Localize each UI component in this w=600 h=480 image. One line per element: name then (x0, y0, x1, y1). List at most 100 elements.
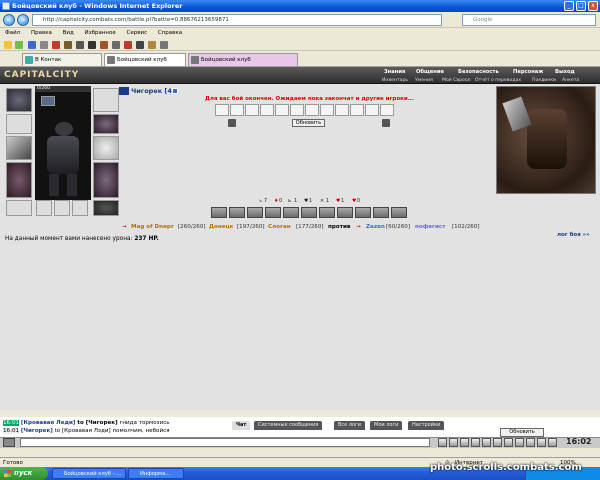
chat-menu-icon[interactable] (3, 438, 15, 447)
action-slot[interactable] (373, 207, 389, 218)
minimize-button[interactable]: _ (564, 1, 574, 11)
player-nick[interactable]: Чигорек [4] (131, 87, 175, 95)
leggings-slot[interactable] (93, 162, 119, 198)
gloves-slot[interactable] (93, 114, 119, 134)
subnav-scroll[interactable]: Мой Свроол (442, 77, 471, 84)
amulet-slot[interactable] (93, 88, 119, 112)
armor-slot[interactable] (6, 162, 32, 198)
action-slot[interactable] (265, 207, 281, 218)
action-slot[interactable] (337, 207, 353, 218)
chat-recipient[interactable]: to [Чигорек] (77, 420, 117, 426)
settings-icon[interactable] (504, 438, 513, 447)
action-slot[interactable] (391, 207, 407, 218)
translit-icon[interactable] (482, 438, 491, 447)
forward-button[interactable]: > (17, 14, 29, 26)
menu-help[interactable]: Справка (158, 30, 182, 36)
nav-knowledge[interactable]: Знания (384, 68, 405, 77)
address-bar[interactable]: http://capitalcity.combats.com/battle.pl… (32, 14, 442, 26)
action-slot[interactable] (247, 207, 263, 218)
ring-slot-1[interactable] (36, 200, 52, 216)
menu-tools[interactable]: Сервис (127, 30, 148, 36)
bag-icon[interactable] (100, 41, 108, 49)
tool-icon[interactable] (88, 41, 96, 49)
armor-icon[interactable] (112, 41, 120, 49)
potion-icon[interactable] (124, 41, 132, 49)
subnav-battles[interactable]: Поединки (532, 77, 556, 84)
key-icon[interactable] (148, 41, 156, 49)
tab-all-logs[interactable]: Все логи (334, 421, 365, 430)
weapon-slot[interactable] (6, 136, 32, 160)
menu-edit[interactable]: Правка (31, 30, 52, 36)
people-icon[interactable] (515, 438, 524, 447)
team1-player[interactable]: Слоган (268, 224, 291, 230)
map-icon[interactable] (537, 438, 546, 447)
star-icon[interactable] (4, 41, 12, 49)
send-icon[interactable] (438, 438, 447, 447)
info-icon[interactable] (172, 88, 178, 94)
nav-character[interactable]: Персонаж (513, 68, 543, 77)
belt-slot[interactable] (6, 200, 32, 216)
bracers-slot[interactable] (6, 114, 32, 134)
team2-player[interactable]: пофегист (415, 224, 445, 230)
helmet-icon[interactable] (64, 41, 72, 49)
action-slot[interactable] (355, 207, 371, 218)
swords-icon[interactable] (526, 438, 535, 447)
link-icon[interactable] (28, 41, 36, 49)
chat-sender[interactable]: [Чигорек] (21, 428, 53, 434)
clear-icon[interactable] (460, 438, 469, 447)
chat-sender[interactable]: [Кровавая Леди] (21, 420, 76, 426)
shield-icon[interactable] (52, 41, 60, 49)
action-slot[interactable] (283, 207, 299, 218)
action-slot[interactable] (319, 207, 335, 218)
nav-exit[interactable]: Выход (555, 68, 575, 77)
team2-player[interactable]: Zazen (366, 224, 385, 230)
shield-slot[interactable] (93, 136, 119, 160)
back-button[interactable]: < (3, 14, 15, 26)
left-arrow-icon[interactable] (228, 119, 236, 127)
tab-chat[interactable]: Чат (232, 421, 251, 430)
action-slot[interactable] (229, 207, 245, 218)
taskbar-item-info[interactable]: Информа... (128, 468, 184, 479)
maximize-button[interactable]: □ (576, 1, 586, 11)
team1-player[interactable]: Донецк (209, 224, 233, 230)
tab-system[interactable]: Системные сообщения (254, 421, 323, 430)
nav-chat[interactable]: Общение (416, 68, 444, 77)
chat-input[interactable] (20, 438, 430, 447)
chat-recipient[interactable]: to [Кровавая Лэди] (55, 428, 111, 434)
menu-file[interactable]: Файл (5, 30, 20, 36)
crossed-swords-icon[interactable] (160, 41, 168, 49)
add-favorite-icon[interactable] (15, 41, 23, 49)
subnav-skills[interactable]: Умения (415, 77, 433, 84)
action-slot[interactable] (301, 207, 317, 218)
ring-slot-3[interactable] (72, 200, 88, 216)
filter-icon[interactable] (471, 438, 480, 447)
menu-favorites[interactable]: Избранное (85, 30, 116, 36)
axe-icon[interactable] (76, 41, 84, 49)
tab-vkontakte[interactable]: В Контак (22, 53, 102, 66)
bow-icon[interactable] (136, 41, 144, 49)
helmet-slot[interactable] (6, 88, 32, 112)
close-button[interactable]: x (588, 1, 598, 11)
tab-fightclub-2[interactable]: Бойцовский клуб (188, 53, 298, 66)
right-arrow-icon[interactable] (382, 119, 390, 127)
tab-settings[interactable]: Настройки (408, 421, 445, 430)
sword-icon[interactable] (40, 41, 48, 49)
smile-icon[interactable] (449, 438, 458, 447)
refresh-button[interactable]: Обновить (292, 119, 325, 127)
ring-slot-2[interactable] (54, 200, 70, 216)
subnav-transfers[interactable]: Отчёт о переводах (475, 77, 521, 84)
menu-view[interactable]: Вид (63, 30, 74, 36)
taskbar-item-ie[interactable]: Бойцовский клуб - ... (52, 468, 126, 479)
tab-fightclub-1[interactable]: Бойцовский клуб (104, 53, 186, 66)
exit-icon[interactable] (548, 438, 557, 447)
subnav-profile[interactable]: Анкета (562, 77, 579, 84)
sound-icon[interactable] (493, 438, 502, 447)
boots-slot[interactable] (93, 200, 119, 216)
action-slot[interactable] (211, 207, 227, 218)
tab-my-logs[interactable]: Мои логи (370, 421, 403, 430)
subnav-inventory[interactable]: Инвентарь (382, 77, 408, 84)
start-button[interactable]: пуск (0, 467, 48, 480)
chat-refresh-button[interactable]: Обновить (500, 428, 544, 437)
battle-log-link[interactable]: лог боя »» (557, 232, 590, 238)
search-input[interactable]: Google (462, 14, 596, 26)
